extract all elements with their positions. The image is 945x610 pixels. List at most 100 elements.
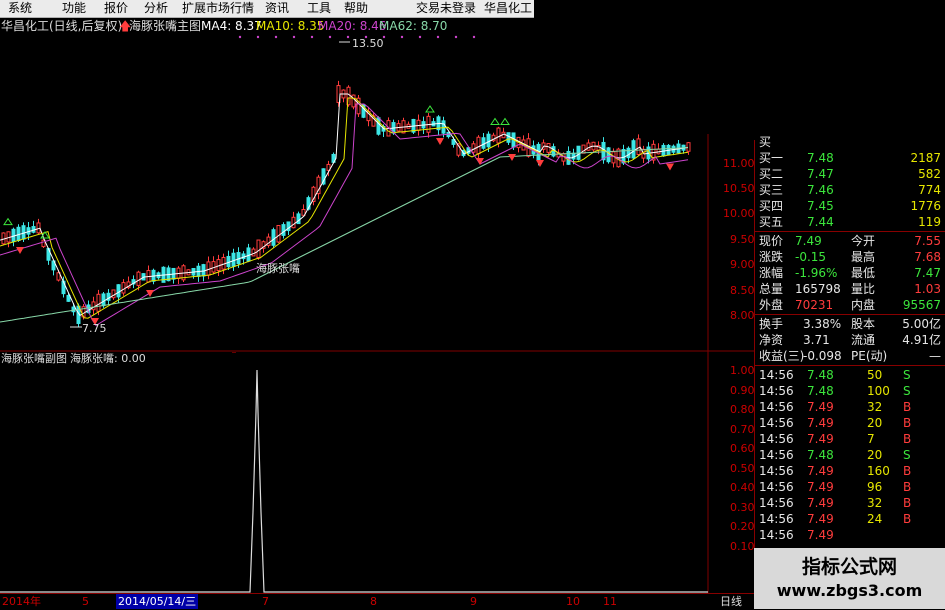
- cursor-date-label[interactable]: 2014/05/14/三: [116, 594, 199, 609]
- tick-row: 14:56 7.49 160 B: [755, 463, 945, 479]
- marker-dot: [256, 35, 260, 39]
- indicator-spike: [0, 369, 708, 593]
- sub-axis-tick: 0.30: [730, 500, 755, 514]
- bid-label: 买四: [759, 199, 784, 213]
- bid-label: 买三: [759, 183, 784, 197]
- sub-axis-tick: 0.60: [730, 442, 755, 455]
- stat-label: 今开: [851, 234, 876, 248]
- stat-row: 涨跌 -0.15 最高 7.68: [755, 249, 945, 265]
- chart-title: 华昌化工(日线,后复权): [1, 19, 123, 33]
- tick-time: 14:56: [759, 384, 794, 398]
- fund-label: 净资: [759, 333, 784, 347]
- bid-volume: 119: [918, 215, 941, 229]
- tick-volume: 32: [867, 400, 883, 414]
- candle: [476, 136, 481, 155]
- fund-value: 5.00亿: [902, 317, 941, 331]
- stat-value: 70231: [795, 298, 834, 312]
- candle: [71, 306, 76, 313]
- candle: [121, 282, 126, 294]
- bid-label: 买: [759, 135, 772, 149]
- sub-chart-title[interactable]: 海豚张嘴副图: [1, 352, 67, 366]
- candle: [606, 147, 611, 163]
- stat-label: 内盘: [851, 298, 876, 312]
- bid-price: 7.48: [807, 151, 834, 165]
- candlestick-chart[interactable]: 13.50 7.75 海豚张嘴: [0, 34, 754, 352]
- tick-time: 14:56: [759, 416, 794, 430]
- bid-row-partial: 买: [755, 134, 945, 150]
- tick-side: B: [903, 464, 912, 478]
- fund-label: 股本: [851, 317, 876, 331]
- stock-name: 华昌化工: [484, 1, 533, 15]
- fund-label: 换手: [759, 317, 784, 331]
- fund-label: 流通: [851, 333, 876, 347]
- marker-dot: [436, 35, 440, 39]
- marker-dot: [472, 35, 476, 39]
- sub-axis-tick: 1.00: [730, 364, 755, 377]
- fund-label: 收益(三): [759, 349, 805, 363]
- menu-extended-market[interactable]: 扩展市场行情: [182, 1, 254, 16]
- tick-row: 14:56 7.48 50 S: [755, 367, 945, 383]
- sell-signal-icon: [536, 160, 544, 168]
- sell-signal-icon: [436, 138, 444, 145]
- signal-label: 海豚张嘴: [256, 261, 300, 275]
- marker-dot: [328, 35, 332, 39]
- fundamental-row: 收益(三) -0.098 PE(动) —: [755, 348, 945, 364]
- fundamental-row: 换手 3.38% 股本 5.00亿: [755, 316, 945, 332]
- menu-analysis[interactable]: 分析: [144, 1, 168, 16]
- bid-volume: 774: [918, 183, 941, 197]
- tick-volume: 20: [867, 448, 883, 462]
- tick-volume: 160: [867, 464, 890, 478]
- bid-row: 买五 7.44 119: [755, 214, 945, 230]
- candle: [571, 152, 576, 160]
- tick-volume: 100: [867, 384, 890, 398]
- bid-row: 买一 7.48 2187: [755, 150, 945, 166]
- tick-time: 14:56: [759, 400, 794, 414]
- signals-group: [3, 35, 674, 325]
- candle: [281, 224, 286, 236]
- period-label[interactable]: 日线: [720, 594, 742, 609]
- bid-row: 买三 7.46 774: [755, 182, 945, 198]
- candle: [296, 213, 301, 225]
- bid-price: 7.45: [807, 199, 834, 213]
- tick-time: 14:56: [759, 448, 794, 462]
- bid-price: 7.44: [807, 215, 834, 229]
- candle: [91, 301, 96, 311]
- ma62-value: MA62: 8.70: [379, 19, 448, 33]
- stat-value: 7.47: [914, 266, 941, 280]
- stat-value: 7.68: [914, 250, 941, 264]
- tick-row: 14:56 7.49 7 B: [755, 431, 945, 447]
- menu-system[interactable]: 系统: [8, 1, 32, 16]
- candle: [251, 248, 256, 257]
- stat-value: 95567: [902, 298, 941, 312]
- indicator-name[interactable]: 海豚张嘴主图: [129, 18, 201, 34]
- trade-login-status[interactable]: 交易未登录: [416, 1, 476, 16]
- tick-volume: 32: [867, 496, 883, 510]
- sub-indicator-chart[interactable]: [0, 352, 754, 593]
- tick-side: S: [903, 368, 911, 382]
- fund-value: -0.098: [803, 349, 842, 363]
- ma20-value: MA20: 8.46: [318, 19, 387, 33]
- candle: [291, 216, 296, 229]
- ma4-value: MA4: 8.37: [201, 19, 262, 33]
- menu-function[interactable]: 功能: [62, 1, 86, 16]
- menu-help[interactable]: 帮助: [344, 1, 368, 16]
- watermark-title: 指标公式网: [801, 556, 897, 578]
- fund-value: 3.71: [803, 333, 830, 347]
- tick-time: 14:56: [759, 496, 794, 510]
- stat-value: 1.03: [914, 282, 941, 296]
- tick-price: 7.48: [807, 448, 834, 462]
- menu-tools[interactable]: 工具: [307, 1, 331, 16]
- low-price-label: 7.75: [82, 322, 107, 335]
- stat-label: 涨跌: [759, 250, 784, 264]
- menu-news[interactable]: 资讯: [265, 1, 289, 16]
- tick-price: 7.49: [807, 480, 834, 494]
- stat-value: -0.15: [795, 250, 827, 264]
- marker-dot: [274, 35, 278, 39]
- month-label: 11: [603, 595, 617, 608]
- tick-volume: 24: [867, 512, 883, 526]
- stat-value: 7.55: [914, 234, 941, 248]
- menu-quote[interactable]: 报价: [104, 1, 128, 16]
- fund-value: 3.38%: [803, 317, 842, 331]
- buy-signal-icon: [490, 117, 500, 125]
- candle: [486, 133, 491, 148]
